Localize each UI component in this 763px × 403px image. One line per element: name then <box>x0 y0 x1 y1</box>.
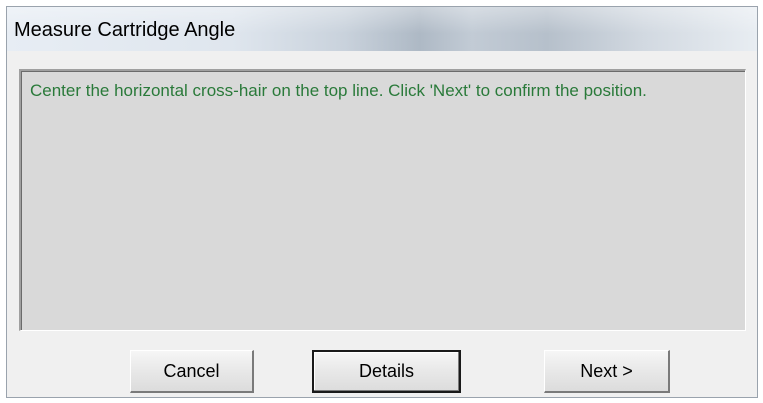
next-button[interactable]: Next > <box>544 350 670 393</box>
instruction-panel: Center the horizontal cross-hair on the … <box>19 69 746 331</box>
title-bar[interactable]: Measure Cartridge Angle <box>7 7 757 51</box>
measure-cartridge-angle-dialog: Measure Cartridge Angle Center the horiz… <box>6 6 758 398</box>
instruction-text: Center the horizontal cross-hair on the … <box>30 81 647 100</box>
window-title: Measure Cartridge Angle <box>14 19 236 41</box>
cancel-button[interactable]: Cancel <box>130 350 254 393</box>
details-button[interactable]: Details <box>312 350 461 393</box>
